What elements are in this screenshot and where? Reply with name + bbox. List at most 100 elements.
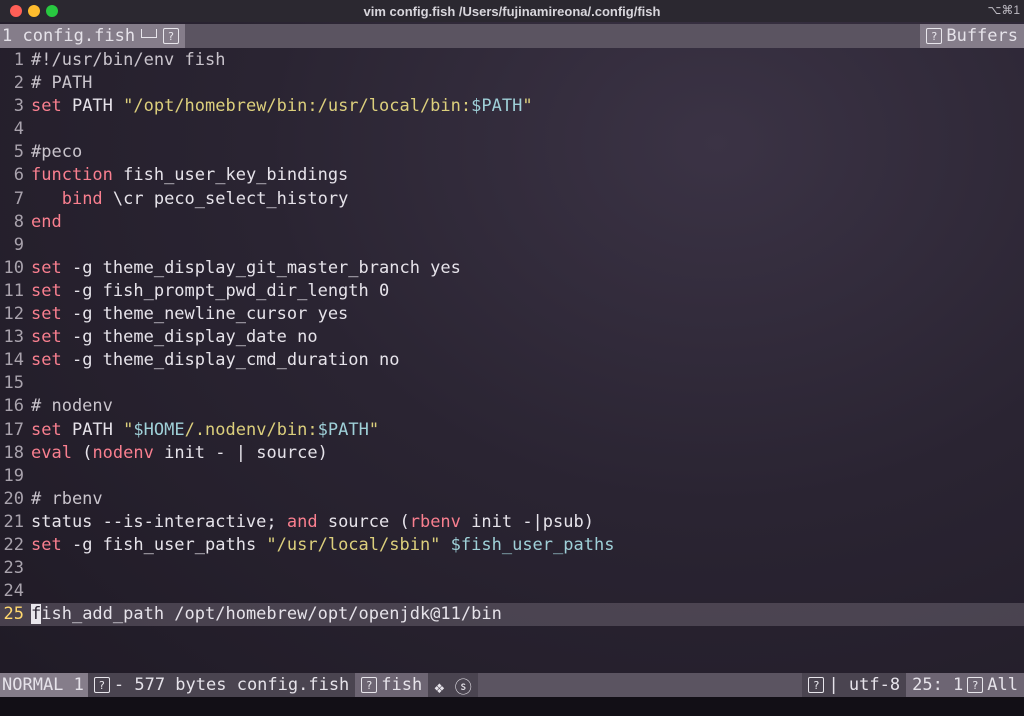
code-line[interactable]: 21 status --is-interactive; and source (r…	[0, 511, 1024, 534]
code-text: set PATH "/opt/homebrew/bin:/usr/local/b…	[31, 96, 533, 117]
help-icon: ?	[163, 28, 180, 44]
code-text: set -g fish_user_paths "/usr/local/sbin"…	[31, 534, 615, 555]
help-icon: ?	[967, 677, 984, 693]
code-line[interactable]: 2 # PATH	[0, 72, 1024, 95]
line-number: 5	[13, 142, 24, 163]
line-number: 7	[13, 188, 24, 209]
code-line[interactable]: 3 set PATH "/opt/homebrew/bin:/usr/local/…	[0, 95, 1024, 118]
code-line[interactable]: 10 set -g theme_display_git_master_branch…	[0, 257, 1024, 280]
code-text: function fish_user_key_bindings	[31, 165, 349, 186]
code-line[interactable]: 22 set -g fish_user_paths "/usr/local/sbi…	[0, 534, 1024, 557]
modified-indicator-icon	[141, 28, 158, 38]
file-info: - 577 bytes config.fish	[113, 675, 350, 695]
close-window-button[interactable]	[10, 5, 22, 17]
line-number: 9	[13, 234, 24, 255]
code-line[interactable]: 24	[0, 580, 1024, 603]
line-number: 22	[3, 534, 24, 555]
window-title-bar: vim config.fish /Users/fujinamireona/.co…	[0, 0, 1024, 22]
symbols-segment: ❖ ⓢ	[428, 673, 478, 698]
window-shortcut: ⌥⌘1	[987, 3, 1020, 17]
code-text: # rbenv	[31, 488, 103, 509]
code-text: set -g theme_display_date no	[31, 327, 318, 348]
line-number: 11	[3, 280, 24, 301]
filetype-segment: ? fish	[355, 673, 429, 697]
line-number: 25	[3, 604, 24, 625]
code-text: #peco	[31, 142, 83, 163]
code-line[interactable]: 23	[0, 557, 1024, 580]
filetype: fish	[381, 675, 423, 695]
line-number: 23	[3, 558, 24, 579]
tab-label: 1 config.fish	[2, 26, 136, 46]
code-text: bind \cr peco_select_history	[61, 188, 349, 209]
code-line[interactable]: 25 fish_add_path /opt/homebrew/opt/openjd…	[0, 603, 1024, 627]
vim-statusline: NORMAL 1 ? - 577 bytes config.fish ? fis…	[0, 673, 1024, 698]
code-line[interactable]: 9	[0, 234, 1024, 257]
code-line[interactable]: 16 # nodenv	[0, 395, 1024, 418]
code-line[interactable]: 1 #!/usr/bin/env fish	[0, 49, 1024, 72]
code-line[interactable]: 20 # rbenv	[0, 488, 1024, 511]
code-text: set -g fish_prompt_pwd_dir_length 0	[31, 280, 390, 301]
code-line[interactable]: 15	[0, 372, 1024, 395]
code-text: set -g theme_display_git_master_branch y…	[31, 257, 461, 278]
code-line[interactable]: 7 bind \cr peco_select_history	[0, 188, 1024, 211]
line-number: 21	[3, 511, 24, 532]
mode-indicator: NORMAL 1	[0, 673, 88, 697]
line-number: 16	[3, 396, 24, 417]
editor-buffer[interactable]: 1 #!/usr/bin/env fish 2 # PATH 3 set PATH "/o…	[0, 49, 1024, 627]
line-number: 4	[13, 119, 24, 140]
code-text: eval (nodenv init - | source)	[31, 442, 328, 463]
line-number: 2	[13, 73, 24, 94]
line-number: 8	[13, 211, 24, 232]
scroll-position: All	[987, 675, 1018, 695]
command-line[interactable]	[0, 697, 1024, 716]
code-text: #!/usr/bin/env fish	[31, 50, 226, 70]
cursor: f	[31, 604, 42, 625]
vim-tabline: 1 config.fish ? ? Buffers	[0, 24, 1024, 48]
line-number: 6	[13, 165, 24, 186]
help-icon: ?	[926, 28, 943, 44]
code-line[interactable]: 13 set -g theme_display_date no	[0, 326, 1024, 349]
buffers-indicator[interactable]: ? Buffers	[920, 24, 1024, 48]
line-number: 12	[3, 304, 24, 325]
code-line[interactable]: 19	[0, 465, 1024, 488]
mode-label: NORMAL 1	[2, 675, 84, 695]
line-number: 24	[3, 581, 24, 602]
code-line[interactable]: 17 set PATH "$HOME/.nodenv/bin:$PATH"	[0, 419, 1024, 442]
help-icon: ?	[808, 677, 825, 693]
code-line[interactable]: 5 #peco	[0, 141, 1024, 164]
line-number: 1	[13, 50, 24, 70]
code-line[interactable]: 18 eval (nodenv init - | source)	[0, 442, 1024, 465]
code-line[interactable]: 14 set -g theme_display_cmd_duration no	[0, 349, 1024, 372]
code-text: fish_add_path /opt/homebrew/opt/openjdk@…	[31, 604, 502, 625]
code-line[interactable]: 6 function fish_user_key_bindings	[0, 164, 1024, 187]
code-line[interactable]: 12 set -g theme_newline_cursor yes	[0, 303, 1024, 326]
code-text: # PATH	[31, 73, 93, 94]
buffers-label: Buffers	[946, 26, 1018, 46]
minimize-window-button[interactable]	[28, 5, 40, 17]
line-number: 13	[3, 327, 24, 348]
status-symbols: ❖ ⓢ	[434, 677, 472, 698]
code-text: set -g theme_newline_cursor yes	[31, 304, 349, 325]
tab-config-fish[interactable]: 1 config.fish ?	[0, 24, 186, 48]
line-number: 14	[3, 350, 24, 371]
line-number: 10	[3, 257, 24, 278]
help-icon: ?	[361, 677, 378, 693]
line-number: 3	[13, 96, 24, 117]
maximize-window-button[interactable]	[46, 5, 58, 17]
line-number: 15	[3, 373, 24, 394]
line-number: 18	[3, 442, 24, 463]
line-number: 17	[3, 419, 24, 440]
code-line[interactable]: 11 set -g fish_prompt_pwd_dir_length 0	[0, 280, 1024, 303]
code-text: # nodenv	[31, 396, 113, 417]
line-number: 19	[3, 465, 24, 486]
line-number: 20	[3, 488, 24, 509]
code-line[interactable]: 4	[0, 118, 1024, 141]
window-title: vim config.fish /Users/fujinamireona/.co…	[363, 3, 661, 19]
help-icon: ?	[93, 677, 110, 693]
file-info-segment: ? - 577 bytes config.fish	[87, 673, 356, 697]
code-text: set -g theme_display_cmd_duration no	[31, 350, 400, 371]
status-right-group: ? | utf-8 25: 1 ? All	[802, 673, 1024, 697]
code-line[interactable]: 8 end	[0, 211, 1024, 234]
cursor-position: 25: 1	[912, 675, 964, 695]
encoding: | utf-8	[828, 675, 901, 695]
